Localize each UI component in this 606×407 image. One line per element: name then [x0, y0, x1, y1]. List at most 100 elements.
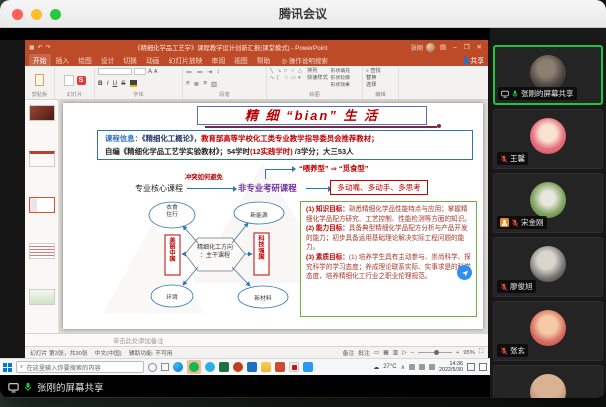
notes-button[interactable]: 备注 [343, 348, 355, 357]
ime-icon[interactable] [467, 363, 475, 371]
find-button[interactable]: ⌕ 查找 [366, 68, 395, 75]
taskbar-search[interactable]: ⌕ 在这里输入你要搜索的内容 [16, 361, 144, 373]
network-icon[interactable] [409, 364, 416, 370]
slide-canvas[interactable]: 精 细 “bian” 生 活 课程信息：《精细化工概论》，教育部高等学校化工类专… [63, 103, 483, 329]
slide-thumbnail-selected[interactable] [28, 197, 55, 213]
battery-icon[interactable] [429, 364, 436, 370]
tab-slideshow[interactable]: 幻灯片放映 [165, 54, 207, 66]
select-button[interactable]: 选择 [366, 82, 395, 89]
indent-icon[interactable]: ⇥ [207, 68, 212, 76]
tab-view[interactable]: 视图 [230, 54, 252, 66]
mail-icon[interactable] [247, 362, 257, 372]
word-icon[interactable] [275, 362, 285, 372]
comments-button[interactable]: 批注 [358, 348, 370, 357]
qq-icon[interactable] [205, 362, 215, 372]
tab-draw[interactable]: 绘图 [74, 54, 96, 66]
tab-insert[interactable]: 插入 [52, 54, 74, 66]
cortana-icon[interactable] [148, 362, 157, 372]
zoom-window-button[interactable] [50, 9, 61, 20]
zoom-in-icon[interactable]: + [456, 350, 459, 356]
arrange-button[interactable]: 排列 [307, 68, 328, 75]
font-size-box[interactable] [134, 68, 146, 75]
tab-transitions[interactable]: 切换 [119, 54, 141, 66]
close-icon[interactable]: ✕ [475, 43, 484, 51]
grow-font-icon[interactable]: A [148, 69, 152, 75]
meeting-app-active[interactable] [187, 360, 201, 374]
new-slide-icon[interactable] [63, 74, 74, 86]
align-right-icon[interactable]: ≡ [203, 80, 207, 88]
ribbon-options-icon[interactable]: ▤ [438, 43, 448, 51]
paste-icon[interactable] [35, 74, 44, 86]
shape-rect-icon[interactable]: □ [284, 68, 290, 74]
accessibility-indicator[interactable]: 辅助功能: 不可用 [129, 348, 173, 357]
shape-star-icon[interactable]: ☆ [284, 75, 290, 81]
shape-brace-icon[interactable]: { [277, 75, 283, 81]
fit-slide-icon[interactable]: ⛶ [479, 349, 483, 356]
shape-arrow-icon[interactable]: ↘ [277, 68, 283, 74]
notes-pane[interactable]: 单击此处添加备注 [25, 333, 488, 346]
normal-view-icon[interactable]: ▭ [374, 350, 379, 356]
columns-icon[interactable]: ▥ [211, 80, 217, 88]
font-name-box[interactable] [98, 68, 132, 75]
participant-tile[interactable]: 王馨 [493, 109, 603, 169]
shape-outline-button[interactable]: 形状轮廓 [331, 75, 350, 82]
minimize-icon[interactable]: – [451, 44, 459, 51]
tray-expand-icon[interactable]: ∧ [401, 364, 405, 371]
tab-design[interactable]: 设计 [97, 54, 119, 66]
strikethrough-button[interactable]: S [121, 80, 125, 87]
shape-line-icon[interactable]: ╲ [270, 68, 276, 74]
save-icon[interactable]: ▣ [29, 44, 35, 51]
slideshow-icon[interactable]: ▷ [402, 350, 406, 356]
participant-tile-partial[interactable] [493, 365, 603, 398]
underline-button[interactable]: U [113, 80, 118, 87]
floating-assistant-icon[interactable] [457, 265, 472, 280]
tab-animations[interactable]: 动画 [142, 54, 164, 66]
tab-home[interactable]: 开始 [29, 54, 51, 66]
language-indicator[interactable]: 中文(中国) [95, 348, 122, 357]
participant-tile-sharer[interactable]: 张刚的屏幕共享 [493, 45, 603, 105]
tab-help[interactable]: 帮助 [253, 54, 275, 66]
participant-tile[interactable]: 廖俊旭 [493, 237, 603, 297]
participant-tile[interactable]: 宋金刚 [493, 173, 603, 233]
task-view-icon[interactable] [161, 363, 169, 371]
action-center-icon[interactable] [479, 363, 487, 371]
user-avatar[interactable] [425, 42, 435, 52]
shape-oval-icon[interactable]: ○ [291, 68, 297, 74]
align-left-icon[interactable]: ≡ [186, 80, 190, 88]
shrink-font-icon[interactable]: A [154, 69, 157, 75]
ppt-share-button[interactable]: 👤共享 [462, 55, 484, 65]
edge-icon[interactable] [173, 362, 183, 372]
slide-thumbnail[interactable] [28, 243, 55, 259]
weather-icon[interactable]: ☁ [373, 364, 379, 371]
taskbar-clock[interactable]: 14:36 2022/5/30 [439, 361, 463, 373]
zoom-out-icon[interactable]: – [411, 350, 414, 356]
restore-icon[interactable]: ❐ [462, 43, 472, 51]
zoom-slider[interactable] [417, 350, 452, 355]
tell-me-search[interactable]: ◎ 操作说明搜索 [281, 55, 327, 65]
volume-icon[interactable] [419, 364, 426, 370]
weather-temp[interactable]: 27°C [383, 364, 396, 370]
close-window-button[interactable] [12, 9, 23, 20]
align-center-icon[interactable]: ≣ [194, 80, 199, 88]
minimize-window-button[interactable] [31, 9, 42, 20]
acrobat-icon[interactable] [289, 362, 299, 372]
file-explorer-icon[interactable] [261, 362, 271, 372]
slide-thumbnail[interactable] [28, 151, 55, 167]
zoom-level[interactable]: 95% [463, 350, 475, 356]
reading-view-icon[interactable]: ▥ [393, 350, 398, 356]
slide-thumbnail[interactable] [28, 105, 55, 121]
shape-effects-button[interactable]: 形状效果 [331, 82, 350, 89]
bold-button[interactable]: B [98, 80, 103, 87]
excel-icon[interactable] [219, 362, 229, 372]
line-spacing-icon[interactable]: ↕ [216, 68, 219, 76]
shape-curve-icon[interactable]: ∿ [270, 75, 276, 81]
replace-button[interactable]: 替换 [366, 75, 395, 82]
redo-icon[interactable]: ↷ [46, 44, 51, 51]
quick-styles-button[interactable]: 快速样式 [307, 75, 328, 82]
bullets-icon[interactable]: ≔ [186, 68, 193, 76]
shape-fill-button[interactable]: 形状填充 [331, 68, 350, 75]
shape-callout-icon[interactable]: ▭ [291, 75, 297, 81]
numbering-icon[interactable]: ≕ [197, 68, 204, 76]
font-color-icon[interactable] [129, 80, 137, 87]
onedrive-icon[interactable] [303, 362, 313, 372]
